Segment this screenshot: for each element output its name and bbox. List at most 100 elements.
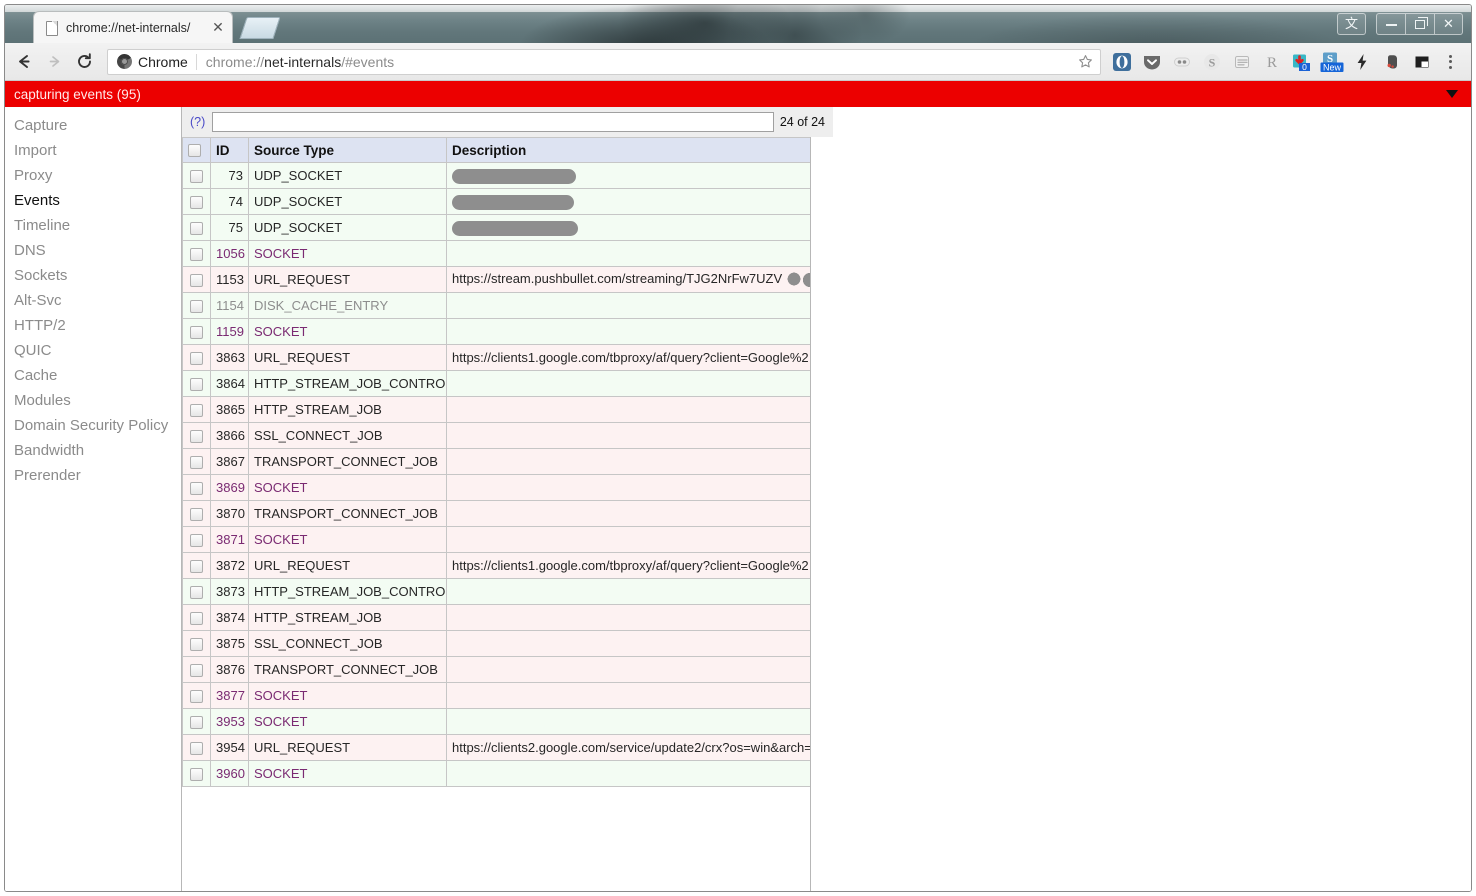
row-checkbox[interactable] <box>190 534 203 547</box>
row-checkbox[interactable] <box>190 586 203 599</box>
filter-help-link[interactable]: (?) <box>190 115 205 129</box>
column-header-source-type[interactable]: Source Type <box>249 138 447 163</box>
row-checkbox[interactable] <box>190 430 203 443</box>
row-select-cell[interactable] <box>183 215 211 241</box>
sidebar-item-sockets[interactable]: Sockets <box>5 263 181 288</box>
row-select-cell[interactable] <box>183 423 211 449</box>
row-checkbox[interactable] <box>190 378 203 391</box>
table-row[interactable]: 1153URL_REQUESThttps://stream.pushbullet… <box>183 267 812 293</box>
tab-close-icon[interactable]: ✕ <box>210 20 226 36</box>
row-select-cell[interactable] <box>183 449 211 475</box>
address-bar[interactable]: Chrome chrome://net-internals/#events <box>107 49 1101 75</box>
table-row[interactable]: 3873HTTP_STREAM_JOB_CONTROLLER <box>183 579 812 605</box>
table-row[interactable]: 3870TRANSPORT_CONNECT_JOB <box>183 501 812 527</box>
table-row[interactable]: 74UDP_SOCKET <box>183 189 812 215</box>
reader-extension-icon[interactable] <box>1227 47 1257 77</box>
skype-extension-icon[interactable]: S <box>1197 47 1227 77</box>
maximize-button[interactable] <box>1405 13 1434 35</box>
lastpass-extension-icon[interactable] <box>1167 47 1197 77</box>
sidebar-item-prerender[interactable]: Prerender <box>5 463 181 488</box>
row-select-cell[interactable] <box>183 345 211 371</box>
row-checkbox[interactable] <box>190 404 203 417</box>
row-select-cell[interactable] <box>183 657 211 683</box>
row-select-cell[interactable] <box>183 761 211 787</box>
row-checkbox[interactable] <box>190 508 203 521</box>
row-checkbox[interactable] <box>190 196 203 209</box>
row-select-cell[interactable] <box>183 501 211 527</box>
r-extension-icon[interactable]: R <box>1257 47 1287 77</box>
table-row[interactable]: 3866SSL_CONNECT_JOB <box>183 423 812 449</box>
row-checkbox[interactable] <box>190 222 203 235</box>
table-row[interactable]: 75UDP_SOCKET <box>183 215 812 241</box>
row-checkbox[interactable] <box>190 742 203 755</box>
table-row[interactable]: 3960SOCKET <box>183 761 812 787</box>
row-select-cell[interactable] <box>183 709 211 735</box>
row-select-cell[interactable] <box>183 241 211 267</box>
table-row[interactable]: 3877SOCKET <box>183 683 812 709</box>
table-row[interactable]: 3867TRANSPORT_CONNECT_JOB <box>183 449 812 475</box>
row-checkbox[interactable] <box>190 638 203 651</box>
pip-extension-icon[interactable] <box>1407 47 1437 77</box>
row-select-cell[interactable] <box>183 553 211 579</box>
sidebar-item-quic[interactable]: QUIC <box>5 338 181 363</box>
sidebar-item-http-2[interactable]: HTTP/2 <box>5 313 181 338</box>
table-row[interactable]: 1056SOCKET <box>183 241 812 267</box>
row-checkbox[interactable] <box>190 170 203 183</box>
row-select-cell[interactable] <box>183 189 211 215</box>
lightning-extension-icon[interactable] <box>1347 47 1377 77</box>
row-checkbox[interactable] <box>190 326 203 339</box>
sidebar-item-domain-security-policy[interactable]: Domain Security Policy <box>5 413 181 438</box>
screenshot-extension-icon[interactable]: S New <box>1317 47 1347 77</box>
table-row[interactable]: 1159SOCKET <box>183 319 812 345</box>
table-row[interactable]: 3871SOCKET <box>183 527 812 553</box>
row-select-cell[interactable] <box>183 735 211 761</box>
row-select-cell[interactable] <box>183 631 211 657</box>
row-select-cell[interactable] <box>183 605 211 631</box>
pocket-extension-icon[interactable] <box>1137 47 1167 77</box>
table-row[interactable]: 3869SOCKET <box>183 475 812 501</box>
row-checkbox[interactable] <box>190 768 203 781</box>
sidebar-item-modules[interactable]: Modules <box>5 388 181 413</box>
column-header-id[interactable]: ID <box>211 138 249 163</box>
row-select-cell[interactable] <box>183 163 211 189</box>
table-row[interactable]: 3874HTTP_STREAM_JOB <box>183 605 812 631</box>
select-all-header[interactable] <box>183 138 211 163</box>
row-select-cell[interactable] <box>183 371 211 397</box>
close-button[interactable]: ✕ <box>1434 13 1463 35</box>
row-checkbox[interactable] <box>190 352 203 365</box>
opera-extension-icon[interactable] <box>1107 47 1137 77</box>
table-row[interactable]: 3864HTTP_STREAM_JOB_CONTROLLER <box>183 371 812 397</box>
table-row[interactable]: 3954URL_REQUESThttps://clients2.google.c… <box>183 735 812 761</box>
downloader-extension-icon[interactable]: 0 <box>1287 47 1317 77</box>
sidebar-item-cache[interactable]: Cache <box>5 363 181 388</box>
row-checkbox[interactable] <box>190 456 203 469</box>
table-row[interactable]: 3953SOCKET <box>183 709 812 735</box>
row-checkbox[interactable] <box>190 560 203 573</box>
row-checkbox[interactable] <box>190 482 203 495</box>
row-select-cell[interactable] <box>183 527 211 553</box>
table-row[interactable]: 1154DISK_CACHE_ENTRY <box>183 293 812 319</box>
table-row[interactable]: 3865HTTP_STREAM_JOB <box>183 397 812 423</box>
row-checkbox[interactable] <box>190 612 203 625</box>
evernote-extension-icon[interactable] <box>1377 47 1407 77</box>
row-checkbox[interactable] <box>190 300 203 313</box>
sidebar-item-events[interactable]: Events <box>5 188 181 213</box>
sidebar-item-timeline[interactable]: Timeline <box>5 213 181 238</box>
browser-tab[interactable]: chrome://net-internals/ ✕ <box>33 11 233 43</box>
sidebar-item-capture[interactable]: Capture <box>5 113 181 138</box>
table-row[interactable]: 73UDP_SOCKET <box>183 163 812 189</box>
row-select-cell[interactable] <box>183 683 211 709</box>
sidebar-item-proxy[interactable]: Proxy <box>5 163 181 188</box>
select-all-checkbox[interactable] <box>188 144 201 157</box>
chevron-down-icon[interactable] <box>1446 90 1458 98</box>
row-select-cell[interactable] <box>183 319 211 345</box>
row-checkbox[interactable] <box>190 248 203 261</box>
minimize-button[interactable] <box>1376 13 1405 35</box>
row-select-cell[interactable] <box>183 397 211 423</box>
forward-button[interactable] <box>39 47 69 77</box>
table-row[interactable]: 3876TRANSPORT_CONNECT_JOB <box>183 657 812 683</box>
events-table-container[interactable]: ID Source Type Description 73UDP_SOCKET7… <box>182 137 811 892</box>
row-checkbox[interactable] <box>190 274 203 287</box>
events-filter-input[interactable] <box>212 112 774 132</box>
table-row[interactable]: 3872URL_REQUESThttps://clients1.google.c… <box>183 553 812 579</box>
